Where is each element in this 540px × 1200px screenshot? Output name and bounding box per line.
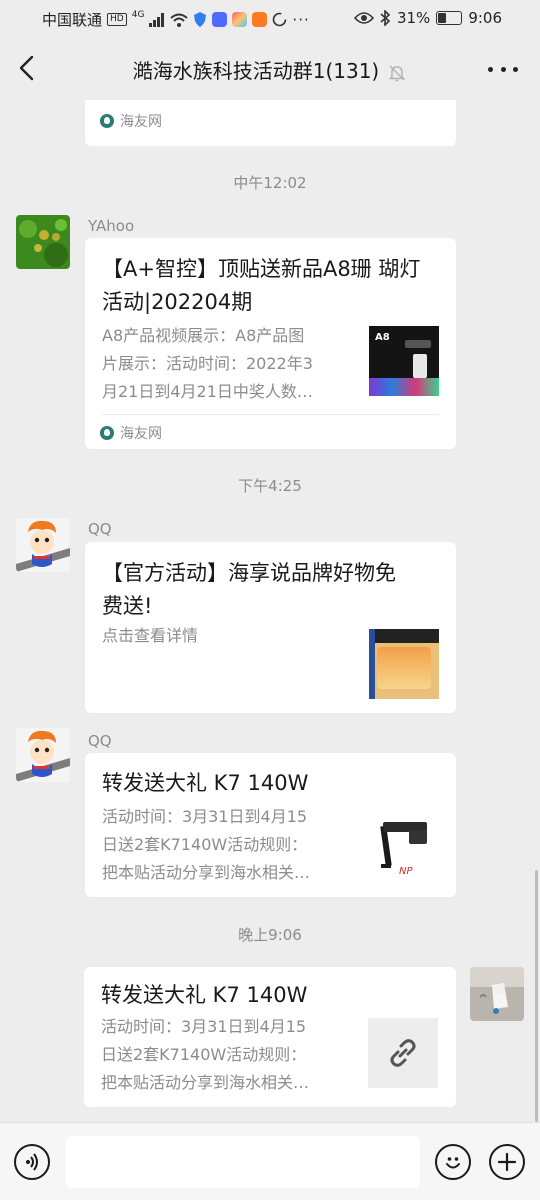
wifi-icon — [170, 13, 189, 27]
card-description: 片展示：活动时间：2022年3 — [102, 354, 313, 373]
lamp-image: NP — [380, 822, 427, 877]
link-icon — [390, 1039, 416, 1067]
thumbnail-label: A8 — [375, 332, 390, 343]
loading-icon — [273, 12, 287, 27]
timestamp: 下午4:25 — [238, 477, 302, 495]
card-title: 【A+智控】顶贴送新品A8珊 瑚灯 — [102, 257, 421, 281]
timestamp: 中午12:02 — [233, 174, 307, 192]
bluetooth-icon — [380, 10, 391, 26]
chat-title: 澔海水族科技活动群1(131) — [132, 59, 380, 83]
avatar-image — [16, 518, 70, 572]
card-thumbnail: A8 — [369, 326, 439, 396]
avatar[interactable] — [16, 728, 70, 782]
card-description: 日送2套K7140W活动规则： — [102, 835, 308, 854]
emoji-button[interactable] — [435, 1144, 471, 1180]
network-label: 4G — [131, 10, 145, 20]
avatar-image — [16, 728, 70, 782]
avatar[interactable] — [16, 215, 70, 269]
card-description: 活动时间：3月31日到4月15 — [102, 807, 308, 826]
input-bar — [0, 1122, 540, 1200]
status-bar-left: 中国联通 HD 4G ··· — [42, 9, 310, 30]
plus-icon — [497, 1152, 517, 1172]
avatar-image — [470, 967, 524, 1021]
svg-text:NP: NP — [399, 866, 413, 877]
link-card[interactable]: 转发送大礼 K7 140W 活动时间：3月31日到4月15 日送2套K7140W… — [85, 753, 456, 897]
card-description: 把本贴活动分享到海水相关… — [102, 863, 311, 882]
music-app-icon — [212, 12, 228, 27]
more-functions-button[interactable] — [489, 1144, 525, 1180]
more-notifications-icon: ··· — [292, 10, 310, 29]
card-divider — [102, 414, 439, 415]
haiyou-logo-icon — [100, 426, 114, 440]
link-card[interactable]: 【A+智控】顶贴送新品A8珊 瑚灯 活动|202204期 A8产品视频展示：A8… — [85, 238, 456, 449]
link-card[interactable]: 【官方活动】海享说品牌好物免 费送! 点击查看详情 — [85, 542, 456, 713]
eye-icon — [353, 12, 374, 24]
thumbnail-header — [369, 629, 439, 643]
scrollbar[interactable] — [535, 870, 538, 1122]
avatar-image — [16, 215, 70, 269]
dot-icon — [513, 66, 518, 72]
card-title: 转发送大礼 K7 140W — [102, 771, 309, 795]
shield-app-icon — [194, 12, 207, 27]
sender-name: QQ — [88, 732, 112, 750]
clock: 9:06 — [468, 9, 502, 27]
more-options-button[interactable] — [488, 56, 518, 82]
card-thumbnail: NP — [369, 808, 439, 878]
card-title: 费送! — [102, 594, 153, 618]
card-source: 海友网 — [100, 423, 162, 443]
status-bar-right: 31% 9:06 — [353, 9, 502, 27]
card-source-label: 海友网 — [120, 114, 162, 130]
dot-icon — [500, 66, 506, 72]
haiyou-logo-icon — [100, 114, 114, 128]
avatar[interactable] — [16, 518, 70, 572]
card-description: 把本贴活动分享到海水相关… — [101, 1073, 310, 1092]
card-description: 活动时间：3月31日到4月15 — [101, 1017, 307, 1036]
card-title: 【官方活动】海享说品牌好物免 — [102, 561, 396, 585]
card-title: 活动|202204期 — [102, 290, 253, 314]
message-list[interactable]: 海友网 中午12:02 YAhoo 【A+智控】顶贴送新品A8珊 瑚灯 活动|2… — [0, 100, 540, 1122]
colorful-app-icon — [232, 12, 248, 27]
thumbnail-phone — [413, 354, 427, 378]
card-source-label: 海友网 — [120, 426, 162, 442]
thumbnail-lamp — [405, 340, 431, 348]
voice-button[interactable] — [14, 1144, 50, 1180]
battery-percent: 31% — [396, 9, 431, 27]
sender-name: QQ — [88, 520, 112, 538]
battery-icon — [436, 11, 463, 25]
dot-icon — [488, 66, 493, 72]
my-avatar[interactable] — [470, 967, 524, 1021]
thumbnail-edge — [369, 629, 375, 699]
card-thumbnail — [369, 629, 439, 699]
card-source: 海友网 — [100, 111, 162, 131]
thumbnail-coral — [369, 378, 439, 396]
video-app-icon — [252, 12, 268, 27]
smiley-icon — [446, 1157, 460, 1169]
timestamp: 晚上9:06 — [238, 926, 302, 944]
thumbnail-poster — [377, 647, 431, 689]
hd-badge: HD — [107, 13, 127, 26]
sender-name: YAhoo — [88, 217, 135, 235]
voice-icon — [26, 1153, 38, 1171]
chat-title-container: 澔海水族科技活动群1(131) — [0, 55, 540, 84]
message-input[interactable] — [66, 1136, 420, 1188]
signal-icon — [149, 12, 165, 27]
card-description: A8产品视频展示：A8产品图 — [102, 326, 305, 345]
chat-header: 澔海水族科技活动群1(131) — [0, 38, 540, 100]
card-description: 日送2套K7140W活动规则： — [101, 1045, 307, 1064]
carrier-label: 中国联通 — [42, 11, 103, 29]
link-card-partial[interactable]: 海友网 — [85, 100, 456, 146]
card-thumbnail — [368, 1018, 438, 1088]
card-description: 月21日到4月21日中奖人数… — [102, 382, 313, 401]
card-description: 点击查看详情 — [102, 626, 199, 645]
card-title: 转发送大礼 K7 140W — [101, 983, 308, 1007]
muted-bell-icon — [388, 64, 406, 81]
status-bar: 中国联通 HD 4G ··· 31% 9:06 — [0, 0, 540, 38]
link-card[interactable]: 转发送大礼 K7 140W 活动时间：3月31日到4月15 日送2套K7140W… — [84, 967, 456, 1107]
